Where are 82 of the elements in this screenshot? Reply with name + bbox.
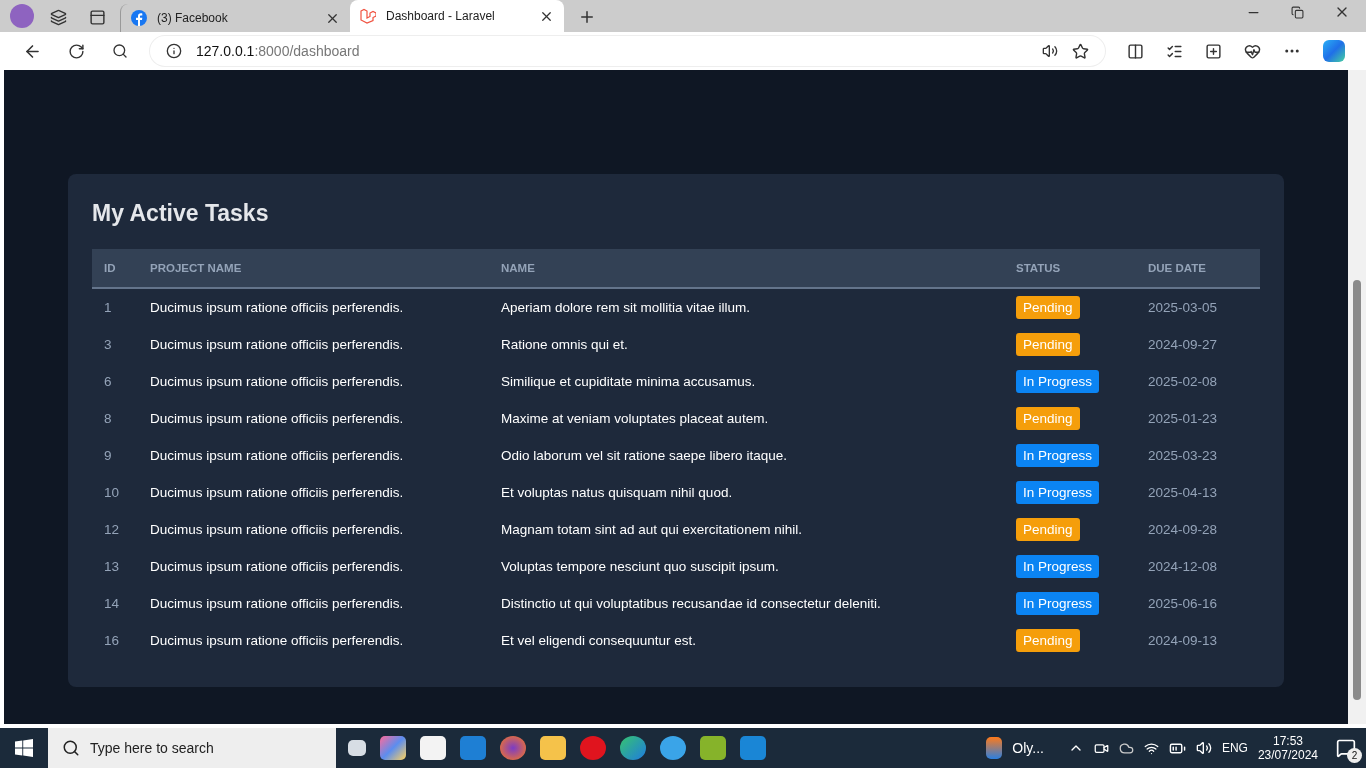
table-cell-text: Ducimus ipsum ratione officiis perferendis. — [149, 373, 405, 391]
table-cell-text: 9 — [103, 447, 113, 465]
column-header: NAME — [489, 249, 1004, 288]
tab-actions-icon[interactable] — [89, 9, 106, 26]
table-cell-text: Ducimus ipsum ratione officiis perferendis. — [149, 595, 405, 613]
status-badge: Pending — [1016, 629, 1080, 652]
search-field[interactable]: Type here to search — [48, 728, 336, 768]
table-cell-text: Et vel eligendi consequuntur est. — [500, 632, 698, 650]
table-cell-text: Odio laborum vel sit ratione saepe libero itaque. — [500, 447, 788, 465]
status-badge: In Progress — [1016, 444, 1100, 467]
status-badge: In Progress — [1016, 481, 1100, 504]
table-cell-text: 2024-09-28 — [1147, 521, 1219, 539]
table-cell-text: Ducimus ipsum ratione officiis perferendis. — [149, 632, 405, 650]
table-cell-text: 8 — [103, 410, 113, 428]
workspaces-icon[interactable] — [50, 9, 67, 26]
table-cell-text: 2024-12-08 — [1147, 558, 1219, 576]
table-cell-text: 2024-09-13 — [1147, 632, 1219, 650]
profile-avatar[interactable] — [10, 4, 34, 28]
search-icon — [62, 739, 80, 757]
table-cell-text: 16 — [103, 632, 121, 650]
table-cell: 1 — [92, 288, 138, 326]
table-cell-text: 2025-03-23 — [1147, 447, 1219, 465]
table-cell-text: Maxime at veniam voluptates placeat autem. — [500, 410, 770, 428]
column-header: DUE DATE — [1136, 249, 1260, 288]
table-cell-text: 2025-06-16 — [1147, 595, 1219, 613]
table-cell-text: Ducimus ipsum ratione officiis perferendis. — [149, 447, 405, 465]
wifi-icon[interactable] — [1143, 740, 1159, 756]
status-badge: Pending — [1016, 333, 1080, 356]
table-cell-text: 12 — [103, 521, 121, 539]
health-icon[interactable] — [1244, 42, 1261, 60]
table-cell-text: 14 — [103, 595, 121, 613]
browser-tab[interactable]: Dashboard - Laravel — [350, 0, 564, 32]
volume-icon[interactable] — [1195, 740, 1212, 756]
table-cell-text: 2025-02-08 — [1147, 373, 1219, 391]
status-badge: In Progress — [1016, 592, 1100, 615]
column-header: PROJECT NAME — [138, 249, 489, 288]
notification-icon[interactable] — [1336, 738, 1356, 758]
table-cell-text: 2024-09-27 — [1147, 336, 1219, 354]
table-cell: Aperiam dolore rem sit mollitia vitae illum. — [489, 288, 1004, 326]
table-cell-text: Ducimus ipsum ratione officiis perferendis. — [149, 336, 405, 354]
column-header: ID — [92, 249, 138, 288]
status-badge: Pending — [1016, 407, 1080, 430]
table-cell-text: Magnam totam sint ad aut qui exercitationem nihil. — [500, 521, 803, 539]
language-indicator[interactable]: ENG — [1221, 741, 1248, 755]
split-screen-icon[interactable] — [1127, 42, 1144, 60]
table-cell-text: 3 — [103, 336, 113, 354]
table-cell-text: Voluptas tempore nesciunt quo suscipit ipsum. — [500, 558, 780, 576]
table-cell-text: Ducimus ipsum ratione officiis perferendis. — [149, 410, 405, 428]
address-bar[interactable]: 127.0.0.1:8000/dashboard — [150, 36, 1105, 66]
table-cell: Ducimus ipsum ratione officiis perferendis. — [138, 288, 489, 326]
table-cell-text: 10 — [103, 484, 121, 502]
card-title: My Active Tasks — [92, 200, 270, 227]
table-cell-text: Ratione omnis qui et. — [500, 336, 629, 354]
table-cell-text: 13 — [103, 558, 121, 576]
status-badge: Pending — [1016, 296, 1080, 319]
status-badge: Pending — [1016, 518, 1080, 541]
table-cell-text: 2025-04-13 — [1147, 484, 1219, 502]
star-icon[interactable] — [1072, 42, 1089, 60]
table-cell-text: Ducimus ipsum ratione officiis perferendis. — [149, 484, 405, 502]
cloud-icon[interactable] — [1118, 740, 1134, 756]
table-cell-text: Ducimus ipsum ratione officiis perferendis. — [149, 558, 405, 576]
table-cell-text: Et voluptas natus quisquam nihil quod. — [500, 484, 734, 502]
status-badge: In Progress — [1016, 555, 1100, 578]
table-cell-text: Similique et cupiditate minima accusamus. — [500, 373, 757, 391]
restore-icon[interactable] — [1291, 4, 1304, 20]
table-cell-text: 2025-01-23 — [1147, 410, 1219, 428]
new-tab-icon[interactable] — [578, 8, 596, 26]
app-label[interactable]: Oly... — [1012, 740, 1044, 756]
status-badge: In Progress — [1016, 370, 1100, 393]
column-header: STATUS — [1004, 249, 1136, 288]
laravel-icon — [360, 8, 376, 24]
table-cell-text: 6 — [103, 373, 113, 391]
table-cell-text: Ducimus ipsum ratione officiis perferendis. — [149, 521, 405, 539]
table-cell: 2025-03-05 — [1136, 288, 1260, 326]
read-aloud-icon[interactable] — [1042, 43, 1058, 59]
collections-icon[interactable] — [1205, 42, 1222, 60]
clock[interactable]: 17:53 23/07/2024 — [1257, 734, 1318, 762]
table-cell-text: Distinctio ut qui voluptatibus recusandae id consectetur deleniti. — [500, 595, 882, 613]
info-icon[interactable] — [166, 43, 182, 59]
notification-count: 2 — [1347, 748, 1362, 763]
scrollbar[interactable] — [1348, 70, 1366, 724]
facebook-icon — [131, 10, 147, 26]
